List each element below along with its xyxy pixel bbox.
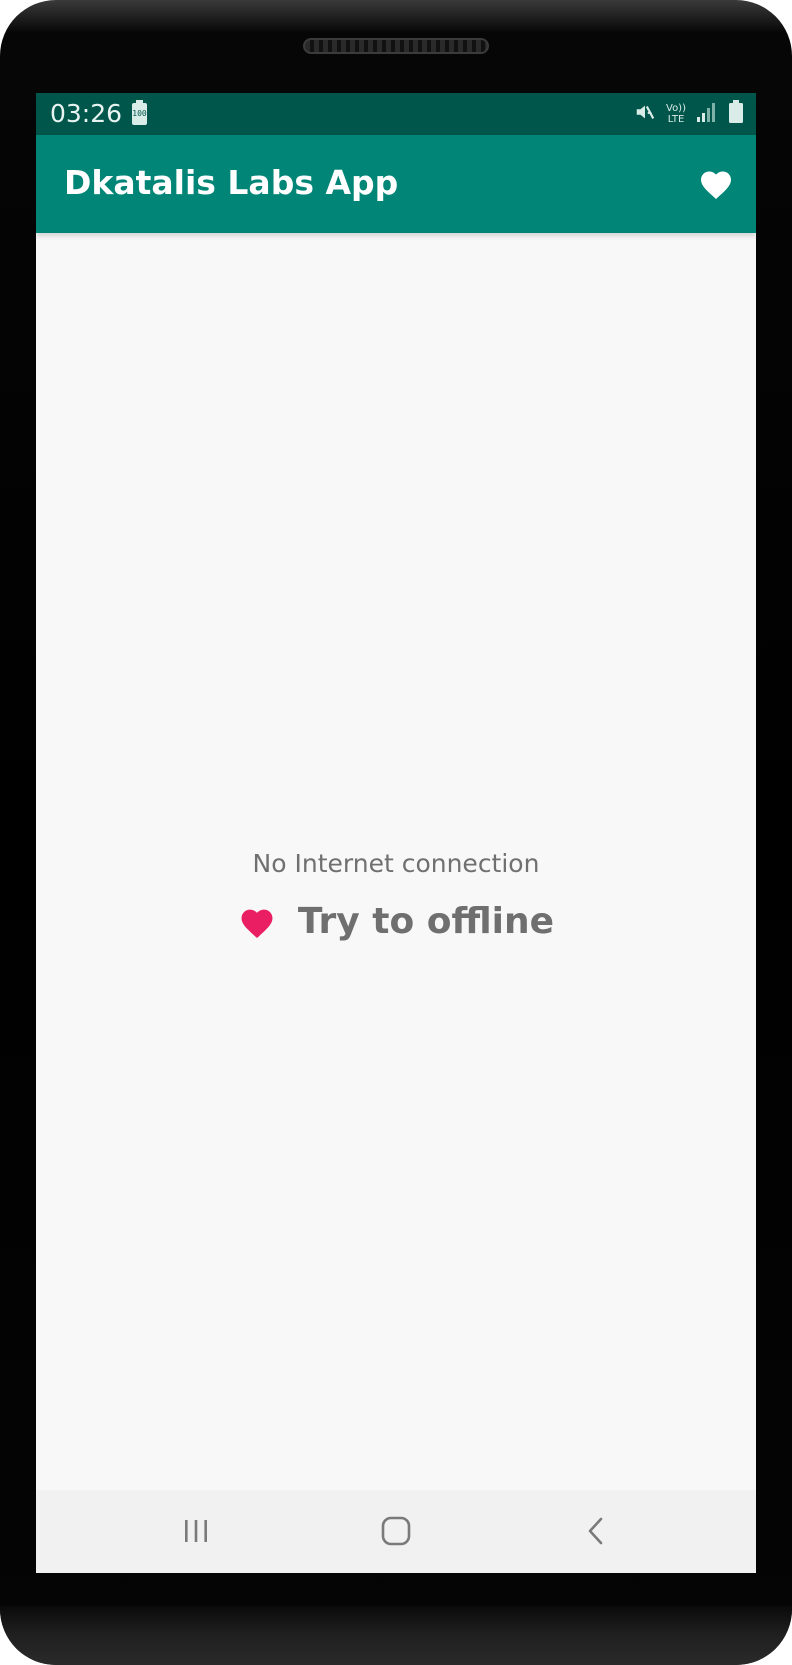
heart-icon: [701, 171, 731, 199]
volte-label-bottom: LTE: [667, 114, 685, 125]
bottom-bezel: [0, 1606, 792, 1665]
home-button[interactable]: [366, 1508, 426, 1554]
try-offline-button[interactable]: Try to offline: [36, 901, 756, 942]
back-button[interactable]: [566, 1508, 626, 1554]
status-icons: Vo)) LTE: [634, 99, 744, 129]
heart-icon: [241, 909, 273, 938]
recents-button[interactable]: [166, 1508, 226, 1554]
home-icon: [381, 1516, 411, 1546]
favorites-button[interactable]: [696, 163, 736, 203]
no-internet-message: No Internet connection: [252, 849, 540, 878]
battery-icon: 100: [132, 100, 147, 125]
back-icon: [588, 1517, 603, 1545]
mute-icon: [634, 101, 656, 128]
battery-level-label: 100: [132, 109, 147, 118]
status-bar: 03:26 100 Vo)) LTE: [36, 93, 756, 135]
try-offline-label: Try to offline: [297, 901, 555, 942]
app-title: Dkatalis Labs App: [64, 163, 399, 202]
status-time: 03:26: [50, 99, 123, 128]
app-toolbar: Dkatalis Labs App: [36, 135, 756, 233]
phone-frame: 03:26 100 Vo)) LTE Dkatalis Labs App No …: [0, 0, 792, 1665]
battery-full-icon: [728, 99, 744, 129]
volte-label-top: Vo)): [666, 103, 686, 114]
phone-screen: 03:26 100 Vo)) LTE Dkatalis Labs App No …: [36, 93, 756, 1573]
system-navigation-bar: [36, 1490, 756, 1573]
recents-icon: [185, 1520, 207, 1542]
volte-icon: Vo)) LTE: [666, 103, 686, 125]
earpiece-speaker: [303, 38, 489, 54]
signal-icon: [696, 101, 718, 128]
